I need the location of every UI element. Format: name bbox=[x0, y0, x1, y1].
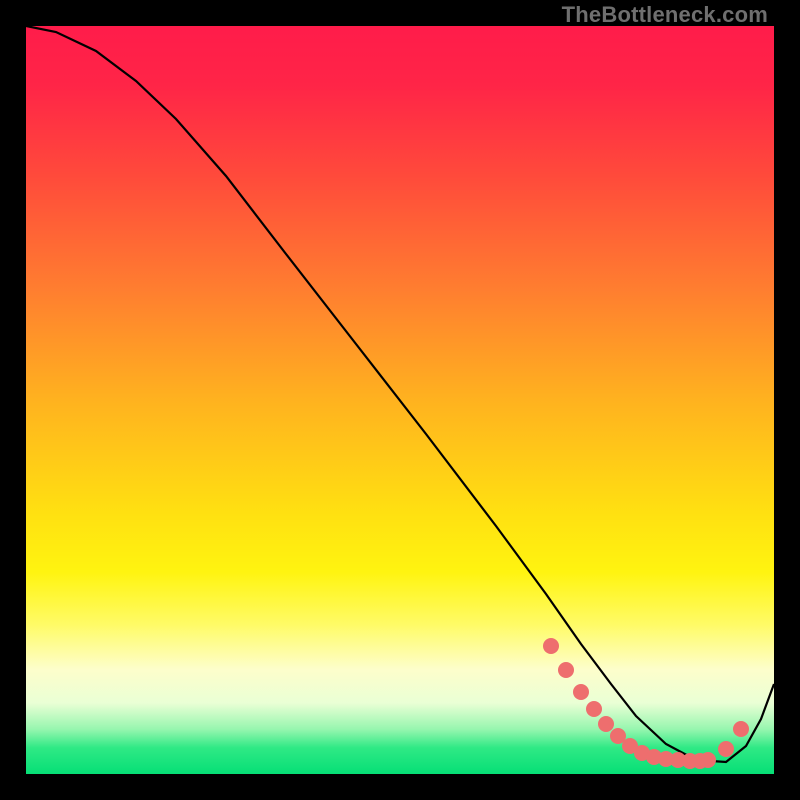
chart-frame: TheBottleneck.com bbox=[0, 0, 800, 800]
marker-dot bbox=[586, 701, 602, 717]
marker-dot bbox=[733, 721, 749, 737]
chart-svg bbox=[26, 26, 774, 774]
marker-dot bbox=[598, 716, 614, 732]
watermark-text: TheBottleneck.com bbox=[562, 2, 768, 28]
marker-dot bbox=[558, 662, 574, 678]
marker-dot bbox=[700, 752, 716, 768]
marker-dot bbox=[573, 684, 589, 700]
marker-dot bbox=[718, 741, 734, 757]
marker-dot bbox=[543, 638, 559, 654]
plot-area bbox=[26, 26, 774, 774]
